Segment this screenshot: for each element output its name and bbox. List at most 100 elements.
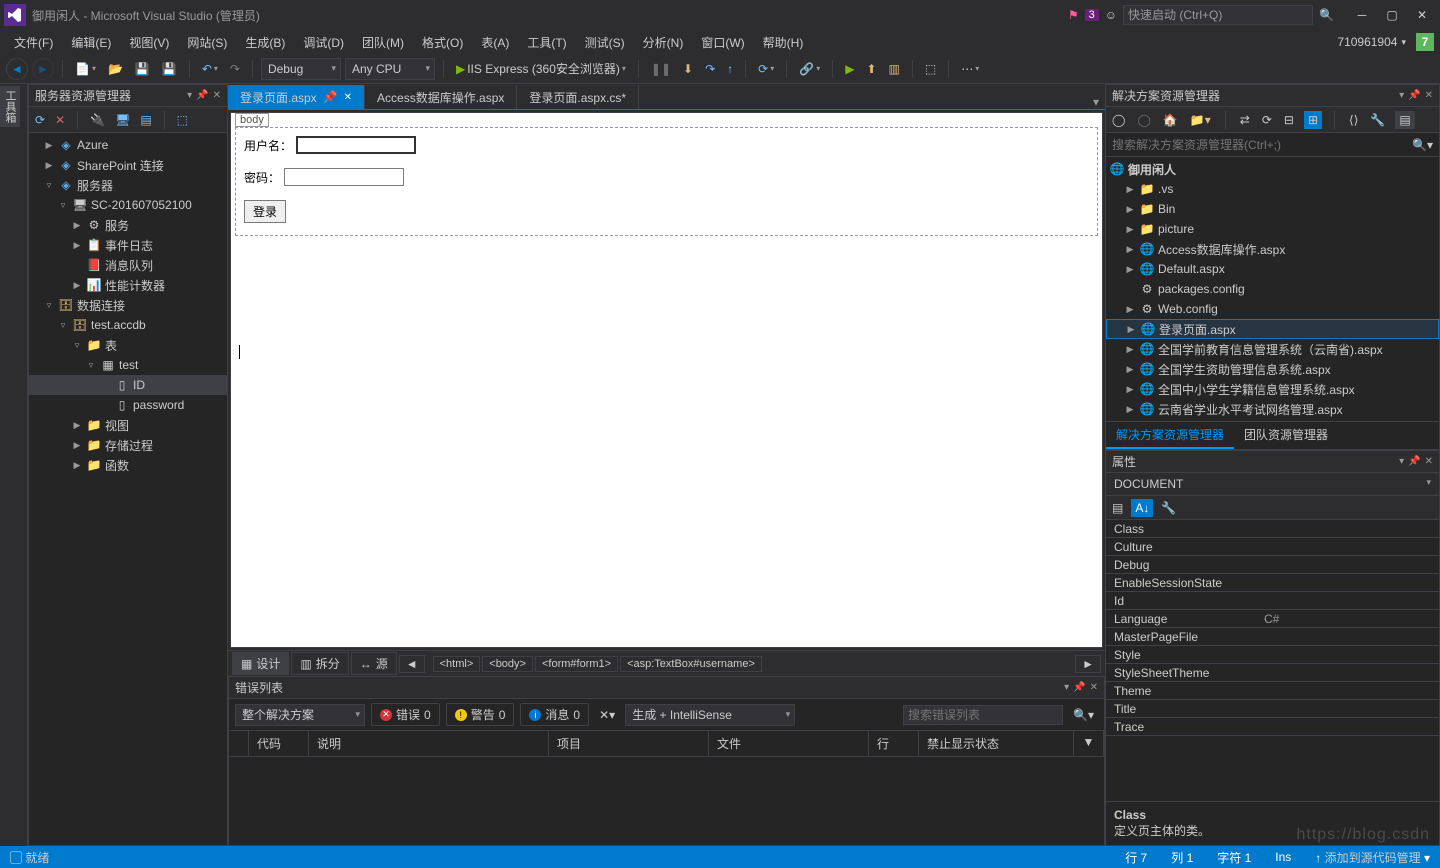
menu-website[interactable]: 网站(S) xyxy=(179,32,235,53)
team-tab[interactable]: 团队资源管理器 xyxy=(1234,422,1338,449)
tree-item[interactable]: ⚙packages.config xyxy=(1106,279,1439,299)
property-category[interactable]: DOCUMENT xyxy=(1106,473,1439,496)
nav-fwd-button[interactable]: ► xyxy=(32,58,54,80)
tree-item[interactable]: ▿🗄test.accdb xyxy=(29,315,227,335)
connect-icon[interactable]: 🔌 xyxy=(88,111,107,129)
menu-tools[interactable]: 工具(T) xyxy=(519,32,574,53)
extensions-icon[interactable]: ⬚ xyxy=(921,60,940,78)
search-icon[interactable]: 🔍 xyxy=(1319,8,1334,22)
tree-item[interactable]: ▶🌐云南省学业水平考试网络管理.aspx xyxy=(1106,399,1439,419)
property-row[interactable]: Title xyxy=(1106,700,1439,718)
search-icon[interactable]: 🔍▾ xyxy=(1412,138,1433,152)
tree-item[interactable]: ▿📁表 xyxy=(29,335,227,355)
publish-icon[interactable]: ⬆ xyxy=(862,60,880,78)
panel-dropdown-icon[interactable]: ▾ xyxy=(1399,90,1404,101)
property-row[interactable]: Class xyxy=(1106,520,1439,538)
tab-login-page[interactable]: 登录页面.aspx 📌 ✕ xyxy=(228,85,365,109)
login-button[interactable]: 登录 xyxy=(244,200,286,223)
refresh-icon[interactable]: ⟳▾ xyxy=(754,60,778,78)
pause-icon[interactable]: ❚❚ xyxy=(647,60,675,78)
property-row[interactable]: Trace xyxy=(1106,718,1439,736)
menu-debug[interactable]: 调试(D) xyxy=(295,32,352,53)
tab-access-db[interactable]: Access数据库操作.aspx xyxy=(365,85,517,109)
tab-close-icon[interactable]: ✕ xyxy=(344,92,352,103)
scope-icon[interactable]: 📁▾ xyxy=(1188,111,1213,129)
tree-item[interactable]: ▶◈Azure xyxy=(29,135,227,155)
show-all-icon[interactable]: ⊞ xyxy=(1304,111,1322,129)
start-icon[interactable]: ▶ xyxy=(841,60,858,78)
property-row[interactable]: Style xyxy=(1106,646,1439,664)
tree-item[interactable]: ▶📁Bin xyxy=(1106,199,1439,219)
sync-icon[interactable]: ⇄ xyxy=(1238,111,1252,129)
save-icon[interactable]: 💾 xyxy=(131,60,154,78)
collapse-icon[interactable]: ⊟ xyxy=(1282,111,1296,129)
search-icon[interactable]: 🔍▾ xyxy=(1069,706,1098,724)
menu-edit[interactable]: 编辑(E) xyxy=(63,32,119,53)
tree-item[interactable]: ▶📁.vs xyxy=(1106,179,1439,199)
solution-search-input[interactable] xyxy=(1112,138,1412,152)
back-icon[interactable]: ◯ xyxy=(1110,111,1127,129)
azure-icon[interactable]: ▤ xyxy=(138,111,153,129)
preview-icon[interactable]: ▤ xyxy=(1395,111,1414,129)
feedback-icon[interactable]: ☺ xyxy=(1105,8,1117,22)
warnings-pill[interactable]: !警告 0 xyxy=(446,703,515,726)
tree-item[interactable]: ▿◈服务器 xyxy=(29,175,227,195)
bc-left-icon[interactable]: ◄ xyxy=(399,655,425,673)
bc-form[interactable]: <form#form1> xyxy=(535,656,618,672)
platform-dropdown[interactable]: Any CPU xyxy=(345,58,435,80)
menu-format[interactable]: 格式(O) xyxy=(414,32,471,53)
property-row[interactable]: Culture xyxy=(1106,538,1439,556)
filter-icon[interactable]: ▼ xyxy=(1074,731,1104,756)
sp-icon[interactable]: ⬚ xyxy=(175,111,190,129)
browser-link-icon[interactable]: 🔗▾ xyxy=(795,60,824,78)
refresh-icon[interactable]: ⟳ xyxy=(1260,111,1274,129)
quick-launch-input[interactable]: 快速启动 (Ctrl+Q) xyxy=(1123,5,1313,25)
panel-pin-icon[interactable]: 📌 xyxy=(1408,90,1420,101)
bc-right-icon[interactable]: ► xyxy=(1075,655,1101,673)
config-dropdown[interactable]: Debug xyxy=(261,58,341,80)
events-icon[interactable]: 🔧 xyxy=(1159,499,1178,517)
fwd-icon[interactable]: ◯ xyxy=(1135,111,1152,129)
tree-item[interactable]: 📕消息队列 xyxy=(29,255,227,275)
step-out-icon[interactable]: ↑ xyxy=(723,60,737,78)
tree-item[interactable]: ▶📋事件日志 xyxy=(29,235,227,255)
tree-item[interactable]: ▶📁视图 xyxy=(29,415,227,435)
tree-item[interactable]: ▯password xyxy=(29,395,227,415)
messages-pill[interactable]: i消息 0 xyxy=(520,703,589,726)
account-badge[interactable]: 7 xyxy=(1416,33,1434,51)
tbx-icon[interactable]: ▥ xyxy=(885,60,904,78)
scope-dropdown[interactable]: 整个解决方案 xyxy=(235,704,365,726)
new-project-icon[interactable]: 📄▾ xyxy=(71,60,100,78)
server-icon[interactable]: 🖥 xyxy=(113,111,132,129)
solution-tab[interactable]: 解决方案资源管理器 xyxy=(1106,422,1234,449)
refresh-icon[interactable]: ⟳ xyxy=(33,111,47,129)
panel-pin-icon[interactable]: 📌 xyxy=(1073,682,1085,693)
username-textbox[interactable] xyxy=(296,136,416,154)
tree-item[interactable]: ▶🌐全国中小学生学籍信息管理系统.aspx xyxy=(1106,379,1439,399)
alphabetical-icon[interactable]: A↓ xyxy=(1131,499,1153,517)
panel-pin-icon[interactable]: 📌 xyxy=(1408,456,1420,467)
code-icon[interactable]: ⟨⟩ xyxy=(1347,111,1360,129)
tree-item[interactable]: ▿▦test xyxy=(29,355,227,375)
redo-icon[interactable]: ↷ xyxy=(226,60,244,78)
account-number[interactable]: 710961904 xyxy=(1337,35,1397,49)
undo-icon[interactable]: ↶▾ xyxy=(198,60,222,78)
more-icon[interactable]: ⋯▾ xyxy=(957,60,983,78)
menu-window[interactable]: 窗口(W) xyxy=(693,32,752,53)
tree-item[interactable]: ▿🗄数据连接 xyxy=(29,295,227,315)
status-scm[interactable]: ↑ 添加到源代码管理 ▾ xyxy=(1315,849,1430,866)
tree-item[interactable]: ▶🌐登录页面.aspx xyxy=(1106,319,1439,339)
tree-item[interactable]: ▶📁存储过程 xyxy=(29,435,227,455)
panel-dropdown-icon[interactable]: ▾ xyxy=(1399,456,1404,467)
save-all-icon[interactable]: 💾 xyxy=(158,60,181,78)
property-row[interactable]: LanguageC# xyxy=(1106,610,1439,628)
stop-icon[interactable]: ✕ xyxy=(53,111,67,129)
tree-item[interactable]: ▶🌐全国学生资助管理信息系统.aspx xyxy=(1106,359,1439,379)
toolbox-tab[interactable]: 工具箱 xyxy=(0,86,20,127)
step-over-icon[interactable]: ↷ xyxy=(701,60,719,78)
property-row[interactable]: MasterPageFile xyxy=(1106,628,1439,646)
bc-textbox[interactable]: <asp:TextBox#username> xyxy=(620,656,762,672)
home-icon[interactable]: 🏠 xyxy=(1161,111,1180,129)
tree-item[interactable]: ▯ID xyxy=(29,375,227,395)
tree-item[interactable]: ▶⚙Web.config xyxy=(1106,299,1439,319)
